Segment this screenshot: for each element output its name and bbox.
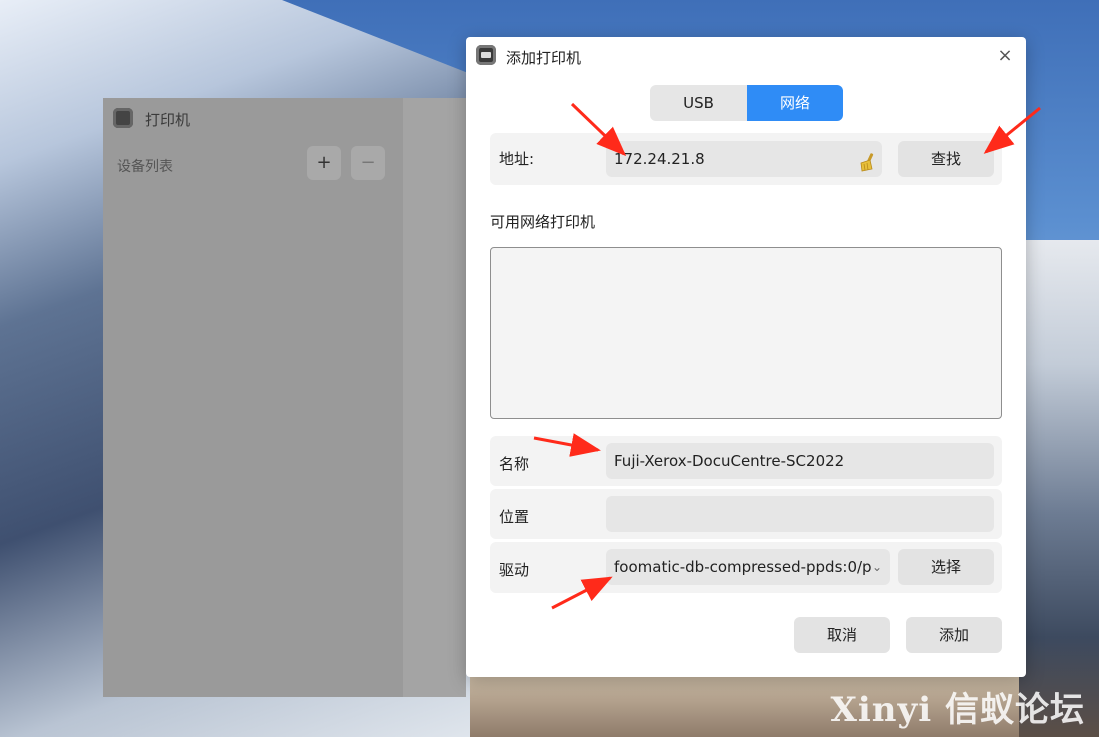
forum-watermark: Xinyi 信蚁论坛 xyxy=(830,690,1085,730)
arrow-to-address xyxy=(570,102,627,157)
arrow-to-name xyxy=(533,433,601,457)
arrow-to-driver xyxy=(551,576,613,610)
arrow-to-find xyxy=(983,106,1041,154)
annotation-arrows xyxy=(533,102,1041,610)
